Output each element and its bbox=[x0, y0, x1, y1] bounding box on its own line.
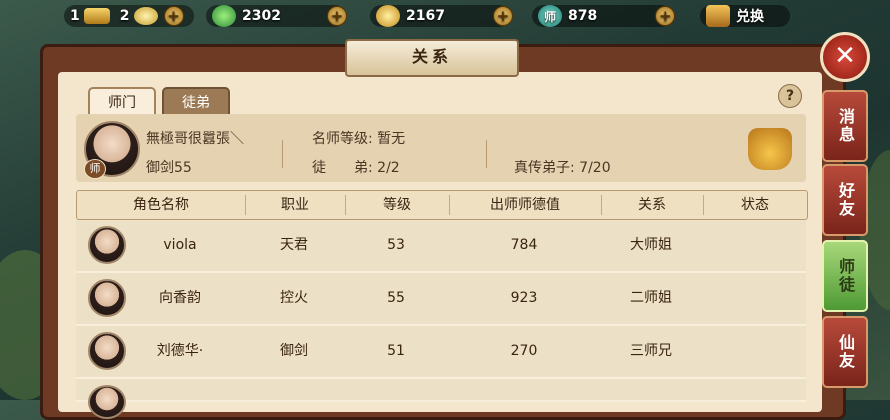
help-button[interactable]: ? bbox=[778, 84, 802, 108]
resource-gold: 2167 + bbox=[370, 3, 513, 29]
add-master-token-button[interactable]: + bbox=[655, 6, 676, 26]
row-name: 刘德华· bbox=[156, 343, 204, 359]
add-gold-button[interactable]: + bbox=[492, 6, 513, 26]
master-name: 無極哥很囂張＼ bbox=[146, 131, 244, 147]
table-row[interactable]: viola 天君 53 784 大师姐 bbox=[76, 220, 806, 273]
gold-count: 2167 bbox=[406, 8, 445, 24]
side-tab-messages[interactable]: 消息 bbox=[822, 90, 868, 162]
reward-chest-icon[interactable] bbox=[748, 128, 792, 170]
row-job: 御剑 bbox=[280, 343, 308, 359]
add-jade-button[interactable]: + bbox=[326, 6, 347, 26]
row-relation: 大师姐 bbox=[630, 237, 672, 253]
resource-item1: 1 2 + bbox=[64, 3, 194, 29]
row-job: 控火 bbox=[280, 290, 308, 306]
row-virtue: 784 bbox=[510, 237, 538, 253]
header-status: 状态 bbox=[741, 197, 769, 213]
side-tab-friends[interactable]: 好友 bbox=[822, 164, 868, 236]
header-level: 等级 bbox=[383, 197, 411, 213]
master-rank: 名师等级: 暂无 bbox=[312, 131, 406, 147]
disciple-avatar bbox=[88, 385, 126, 419]
disciple-count: 徒 弟: 2/2 bbox=[312, 160, 400, 176]
master-token-count: 878 bbox=[568, 8, 598, 24]
row-virtue: 270 bbox=[510, 343, 538, 359]
master-sect-level: 御剑55 bbox=[146, 160, 192, 176]
resource-jade: 2302 + bbox=[206, 3, 347, 29]
row-relation: 二师姐 bbox=[630, 290, 672, 306]
header-virtue: 出师师德值 bbox=[490, 197, 560, 213]
resource-master: 师 878 + bbox=[532, 3, 676, 29]
close-icon: ✕ bbox=[834, 41, 856, 71]
silver-ingot-icon bbox=[133, 7, 158, 25]
shop-icon bbox=[706, 5, 730, 27]
gold-coin-icon bbox=[376, 5, 400, 27]
resource-bar: 1 2 + 2302 + 2167 + 师 878 + 兑换 bbox=[0, 0, 890, 34]
row-status bbox=[702, 273, 806, 324]
side-tab-mentorship[interactable]: 师徒 bbox=[822, 240, 868, 312]
header-relation: 关系 bbox=[638, 197, 666, 213]
panel-title: 关系 bbox=[345, 39, 519, 77]
header-job: 职业 bbox=[281, 197, 309, 213]
gold-ingot-icon bbox=[83, 8, 110, 24]
row-level: 55 bbox=[387, 290, 405, 306]
side-tab-immortal-friends[interactable]: 仙友 bbox=[822, 316, 868, 388]
row-status bbox=[702, 326, 806, 377]
add-ingot-button[interactable]: + bbox=[163, 6, 184, 26]
jade-coin-icon bbox=[212, 5, 236, 27]
exchange-button[interactable]: 兑换 bbox=[700, 3, 790, 29]
item2-count: 2 bbox=[119, 8, 130, 24]
exchange-label: 兑换 bbox=[736, 9, 764, 25]
divider bbox=[486, 140, 487, 168]
master-badge: 师 bbox=[84, 159, 106, 179]
row-virtue: 923 bbox=[510, 290, 538, 306]
table-row[interactable]: 刘德华· 御剑 51 270 三师兄 bbox=[76, 326, 806, 379]
row-status bbox=[702, 220, 806, 271]
divider bbox=[282, 140, 283, 168]
row-name: 向香韵 bbox=[159, 290, 201, 306]
true-disciple-count: 真传弟子: 7/20 bbox=[514, 160, 611, 176]
header-role-name: 角色名称 bbox=[133, 197, 189, 213]
row-relation: 三师兄 bbox=[630, 343, 672, 359]
table-header: 角色名称 职业 等级 出师师德值 关系 状态 bbox=[76, 190, 808, 220]
row-level: 51 bbox=[387, 343, 405, 359]
jade-count: 2302 bbox=[242, 8, 281, 24]
row-name: viola bbox=[163, 237, 197, 253]
table-row[interactable]: 向香韵 控火 55 923 二师姐 bbox=[76, 273, 806, 326]
close-button[interactable]: ✕ bbox=[820, 32, 870, 82]
table-row-partial[interactable] bbox=[76, 379, 806, 419]
master-token-icon: 师 bbox=[538, 5, 562, 27]
item1-count: 1 bbox=[70, 8, 80, 24]
row-job: 天君 bbox=[280, 237, 308, 253]
row-level: 53 bbox=[387, 237, 405, 253]
